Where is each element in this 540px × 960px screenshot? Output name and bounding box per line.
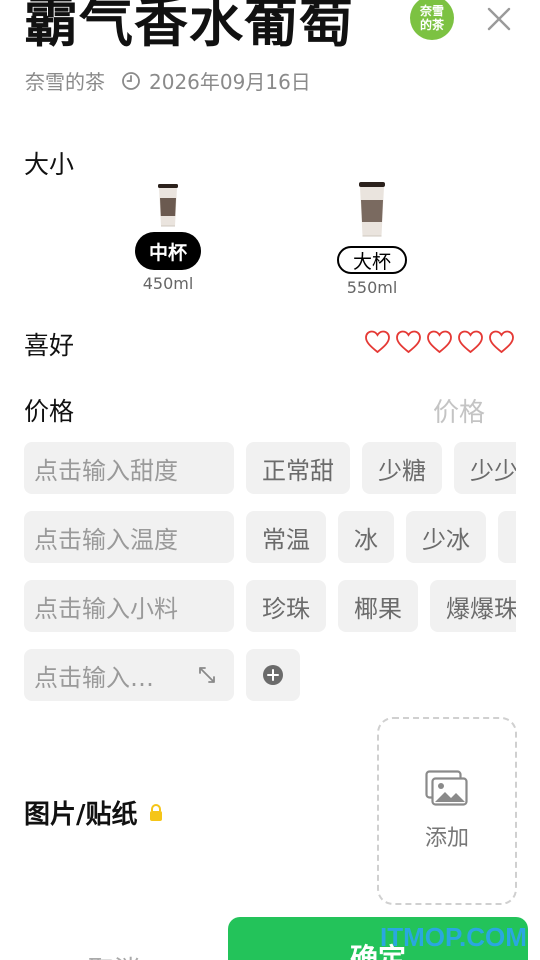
heart-2-icon[interactable] <box>395 329 422 355</box>
sweetness-option[interactable]: 少糖 <box>362 442 442 494</box>
expand-icon[interactable] <box>196 664 218 686</box>
meta-row: 奈雪的茶 2026年09月16日 <box>25 66 311 95</box>
size-medium-volume: 450ml <box>142 274 194 293</box>
temperature-row: 点击输入温度 常温 冰 少冰 <box>24 511 516 565</box>
custom-input[interactable]: 点击输入… <box>24 649 234 701</box>
drink-title: 霸气香水葡萄 <box>24 0 354 54</box>
heart-1-icon[interactable] <box>364 329 391 355</box>
plus-circle-icon <box>263 665 283 685</box>
record-date[interactable]: 2026年09月16日 <box>149 66 311 95</box>
sweetness-option[interactable]: 正常甜 <box>246 442 350 494</box>
topping-option[interactable]: 爆爆珠 <box>430 580 516 632</box>
temperature-option[interactable]: 少冰 <box>406 511 486 563</box>
photo-sticker-text: 图片/贴纸 <box>24 800 138 830</box>
preference-label: 喜好 <box>24 331 75 360</box>
preference-rating <box>364 329 515 355</box>
add-photo-label: 添加 <box>424 826 469 851</box>
medium-cup-icon <box>158 184 178 227</box>
size-option-large[interactable]: 大杯 550ml <box>334 182 410 297</box>
sweetness-input[interactable]: 点击输入甜度 <box>24 442 234 494</box>
heart-4-icon[interactable] <box>457 329 484 355</box>
shop-name: 奈雪的茶 <box>25 70 105 94</box>
cancel-button[interactable]: 取消 <box>0 918 228 960</box>
custom-row: 点击输入… <box>24 649 516 703</box>
temperature-input[interactable]: 点击输入温度 <box>24 511 234 563</box>
size-option-medium[interactable]: 中杯 450ml <box>130 184 206 293</box>
large-cup-icon <box>359 182 385 237</box>
size-label: 大小 <box>24 150 75 179</box>
brand-badge: 奈雪 的茶 <box>410 0 454 40</box>
heart-3-icon[interactable] <box>426 329 453 355</box>
temperature-option[interactable] <box>498 511 516 563</box>
topping-option[interactable]: 椰果 <box>338 580 418 632</box>
clock-icon <box>122 71 140 90</box>
image-gallery-icon <box>425 770 468 806</box>
toppings-input[interactable]: 点击输入小料 <box>24 580 234 632</box>
close-icon[interactable] <box>484 4 514 34</box>
temperature-option[interactable]: 冰 <box>338 511 394 563</box>
size-large-pill: 大杯 <box>336 246 407 274</box>
size-medium-pill: 中杯 <box>134 232 201 270</box>
price-input[interactable]: 价格 <box>433 392 533 429</box>
add-photo-button[interactable]: 添加 <box>377 717 517 905</box>
custom-input-placeholder: 点击输入… <box>34 663 154 692</box>
sweetness-row: 点击输入甜度 正常甜 少糖 少少 <box>24 442 516 496</box>
lock-icon <box>149 803 162 821</box>
temperature-option[interactable]: 常温 <box>246 511 326 563</box>
photo-sticker-label: 图片/贴纸 <box>24 794 164 831</box>
heart-5-icon[interactable] <box>488 329 515 355</box>
toppings-row: 点击输入小料 珍珠 椰果 爆爆珠 <box>24 580 516 634</box>
add-tag-button[interactable] <box>246 649 300 701</box>
topping-option[interactable]: 珍珠 <box>246 580 326 632</box>
price-label: 价格 <box>24 397 75 426</box>
site-watermark: ITMOP.COM <box>380 922 527 952</box>
size-large-volume: 550ml <box>346 278 398 297</box>
sweetness-option[interactable]: 少少 <box>454 442 516 494</box>
